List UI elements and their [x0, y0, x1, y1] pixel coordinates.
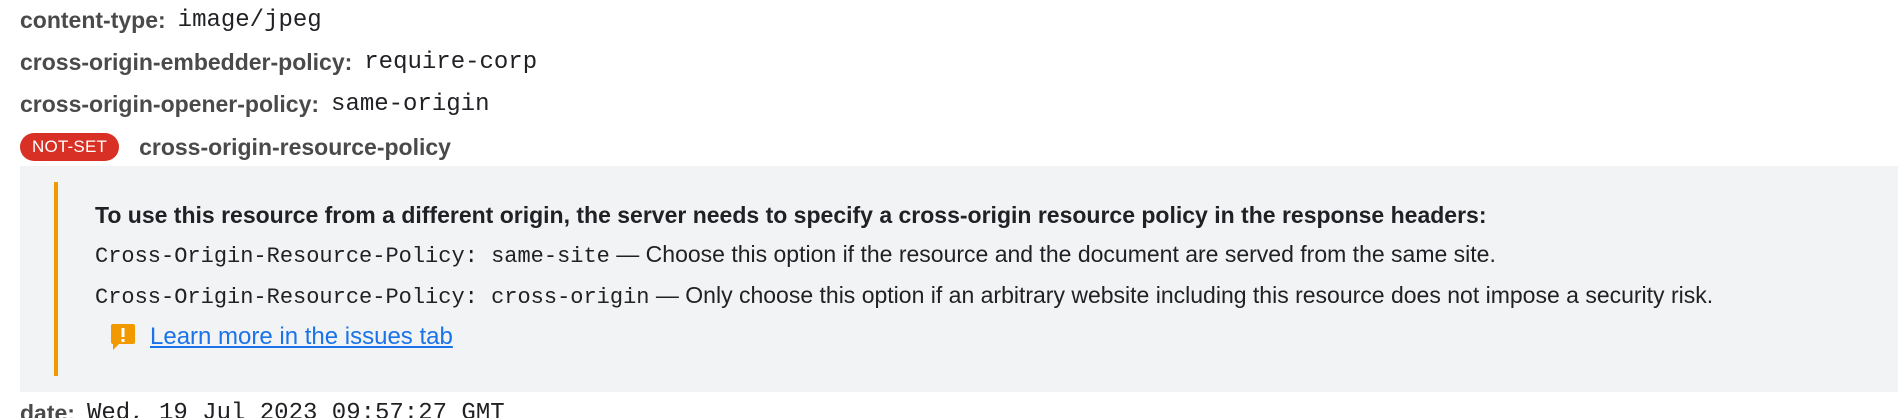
option-code: Cross-Origin-Resource-Policy: same-site	[95, 244, 610, 269]
header-row-content-type: content-type: image/jpeg	[20, 0, 322, 40]
not-set-badge: NOT-SET	[20, 133, 120, 161]
header-value: Wed, 19 Jul 2023 09:57:27 GMT	[86, 399, 505, 418]
header-value: require-corp	[364, 48, 538, 76]
header-row-date: date: Wed, 19 Jul 2023 09:57:27 GMT	[20, 393, 505, 418]
header-row-coop: cross-origin-opener-policy: same-origin	[20, 84, 489, 124]
option-description: — Only choose this option if an arbitrar…	[649, 282, 1714, 308]
header-row-corp[interactable]: NOT-SET cross-origin-resource-policy	[20, 127, 451, 167]
header-row-coep: cross-origin-embedder-policy: require-co…	[20, 42, 537, 82]
learn-more-link[interactable]: Learn more in the issues tab	[150, 323, 453, 351]
details-heading: To use this resource from a different or…	[95, 202, 1487, 228]
header-name: content-type:	[20, 6, 166, 33]
header-name: cross-origin-embedder-policy:	[20, 48, 353, 75]
header-value: same-origin	[331, 90, 490, 118]
option-code: Cross-Origin-Resource-Policy: cross-orig…	[95, 285, 650, 310]
header-name: cross-origin-resource-policy	[139, 133, 451, 160]
warning-icon	[111, 324, 135, 350]
issues-link-row[interactable]: Learn more in the issues tab	[108, 322, 453, 352]
header-name: cross-origin-opener-policy:	[20, 90, 320, 117]
corp-details-panel: To use this resource from a different or…	[20, 166, 1898, 392]
header-value: image/jpeg	[177, 6, 322, 34]
details-option-same-site: Cross-Origin-Resource-Policy: same-site …	[95, 241, 1496, 269]
option-description: — Choose this option if the resource and…	[609, 241, 1496, 267]
details-option-cross-origin: Cross-Origin-Resource-Policy: cross-orig…	[95, 282, 1713, 310]
details-accent-bar	[54, 182, 58, 376]
header-name: date:	[20, 399, 75, 418]
